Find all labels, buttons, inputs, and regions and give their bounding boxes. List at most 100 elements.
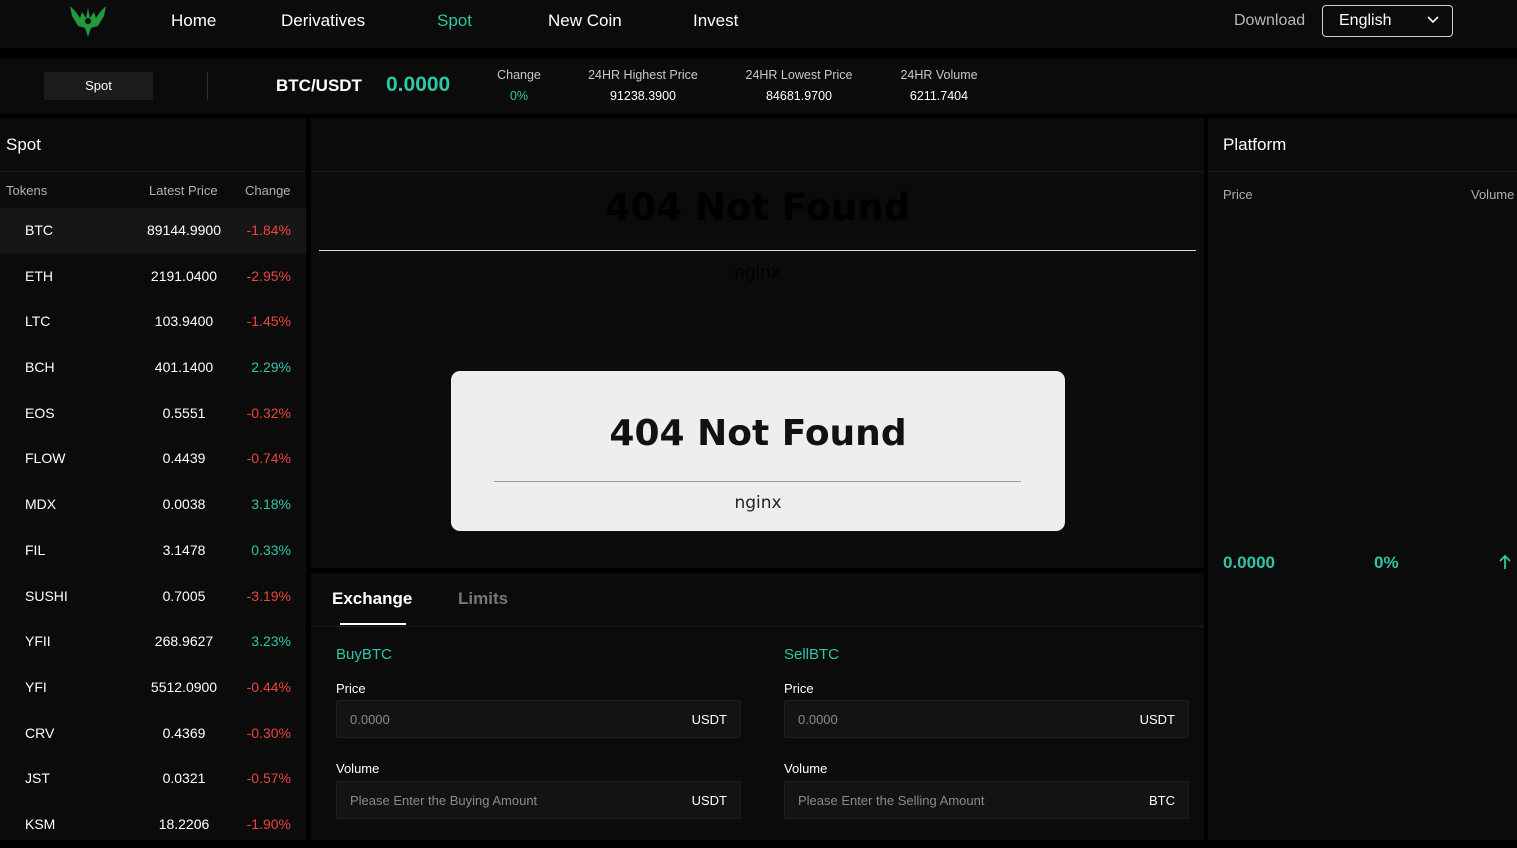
buy-volume-placeholder: Please Enter the Buying Amount [350, 793, 538, 808]
list-item[interactable]: ETH 2191.0400 -2.95% [0, 254, 306, 300]
list-item[interactable]: FLOW 0.4439 -0.74% [0, 436, 306, 482]
list-item[interactable]: KSM 18.2206 -1.90% [0, 802, 306, 848]
list-item[interactable]: MDX 0.0038 3.18% [0, 482, 306, 528]
list-item[interactable]: YFI 5512.0900 -0.44% [0, 665, 306, 711]
token-change: -3.19% [246, 587, 291, 604]
token-change: -2.95% [246, 267, 291, 284]
token-symbol: BTC [25, 222, 53, 238]
token-symbol: FIL [25, 541, 46, 558]
change-label: Change [497, 68, 541, 82]
buy-volume-input[interactable]: Please Enter the Buying Amount USDT [336, 781, 741, 819]
trading-pair[interactable]: BTC/USDT [276, 76, 362, 96]
change-stat: Change 0% [489, 68, 549, 103]
top-nav: Home Derivatives Spot New Coin Invest Do… [0, 0, 1517, 48]
sell-price-input[interactable]: 0.0000 USDT [784, 700, 1189, 738]
tab-limits[interactable]: Limits [458, 589, 508, 609]
sell-volume-placeholder: Please Enter the Selling Amount [798, 793, 985, 808]
token-symbol: CRV [25, 724, 55, 741]
nav-spot[interactable]: Spot [437, 11, 472, 31]
token-change: -1.45% [246, 313, 291, 330]
list-item[interactable]: BTC 89144.9900 -1.84% [0, 208, 306, 254]
buy-volume-label: Volume [336, 761, 380, 776]
sell-price-placeholder: 0.0000 [798, 712, 838, 727]
token-change: 3.18% [251, 496, 291, 513]
nav-home[interactable]: Home [171, 11, 216, 31]
platform-price: 0.0000 [1223, 553, 1275, 572]
spot-button[interactable]: Spot [44, 72, 153, 100]
token-price: 0.0321 [162, 770, 206, 787]
tab-indicator [340, 623, 406, 625]
list-item[interactable]: CRV 0.4369 -0.30% [0, 711, 306, 757]
token-price: 0.5551 [162, 404, 206, 421]
platform-volume-header: Volume [1471, 187, 1515, 202]
sell-price-unit: USDT [1139, 712, 1175, 727]
tab-exchange[interactable]: Exchange [332, 589, 412, 609]
list-item[interactable]: LTC 103.9400 -1.45% [0, 299, 306, 345]
low-label: 24HR Lowest Price [745, 68, 853, 82]
low-stat: 24HR Lowest Price 84681.9700 [736, 68, 862, 103]
col-change: Change [245, 183, 291, 198]
sell-volume-input[interactable]: Please Enter the Selling Amount BTC [784, 781, 1189, 819]
token-price: 0.7005 [162, 587, 206, 604]
divider [0, 171, 306, 172]
token-symbol: BCH [25, 359, 55, 376]
platform-change: 0% [1374, 553, 1399, 572]
token-price: 0.4439 [162, 450, 206, 467]
market-title: Spot [6, 135, 41, 154]
sell-price-label: Price [784, 681, 814, 696]
token-change: -0.30% [246, 724, 291, 741]
list-item[interactable]: FIL 3.1478 0.33% [0, 528, 306, 574]
low-value: 84681.9700 [765, 89, 833, 103]
error-subtitle-background: nginx [733, 263, 782, 283]
token-price: 3.1478 [162, 541, 206, 558]
token-change: -0.74% [246, 450, 291, 467]
divider [494, 481, 1021, 482]
token-symbol: FLOW [25, 450, 66, 467]
list-item[interactable]: BCH 401.1400 2.29% [0, 345, 306, 391]
language-select[interactable]: English [1322, 5, 1453, 37]
list-item[interactable]: YFII 268.9627 3.23% [0, 619, 306, 665]
buy-price-unit: USDT [691, 712, 727, 727]
token-price: 89144.9900 [147, 222, 221, 238]
divider [207, 72, 208, 100]
token-symbol: MDX [25, 496, 57, 513]
platform-price-header: Price [1223, 187, 1253, 202]
divider [311, 171, 1204, 172]
trade-panel: Exchange Limits BuyBTC Price 0.0000 USDT… [311, 573, 1204, 840]
platform-panel: Platform Price Volume 0.0000 0% [1208, 118, 1517, 840]
token-price: 2191.0400 [150, 267, 218, 284]
token-symbol: JST [25, 770, 50, 787]
token-change: -0.44% [246, 678, 291, 695]
token-price: 0.4369 [162, 724, 206, 741]
buy-price-placeholder: 0.0000 [350, 712, 390, 727]
token-price: 18.2206 [158, 815, 210, 832]
buy-price-input[interactable]: 0.0000 USDT [336, 700, 741, 738]
token-price: 268.9627 [154, 633, 214, 650]
nav-derivatives[interactable]: Derivatives [281, 11, 365, 31]
token-symbol: EOS [25, 404, 55, 421]
ticker-bar: Spot BTC/USDT 0.0000 Change 0% 24HR High… [0, 58, 1517, 114]
download-link[interactable]: Download [1234, 12, 1305, 30]
buy-volume-unit: USDT [691, 793, 727, 808]
divider [319, 250, 1196, 251]
token-price: 103.9400 [154, 313, 214, 330]
high-value: 91238.3900 [609, 89, 677, 103]
list-item[interactable]: EOS 0.5551 -0.32% [0, 391, 306, 437]
col-tokens: Tokens [6, 183, 48, 198]
token-price: 5512.0900 [150, 678, 218, 695]
nav-new-coin[interactable]: New Coin [548, 11, 622, 31]
token-symbol: ETH [25, 267, 53, 284]
list-item[interactable]: JST 0.0321 -0.57% [0, 756, 306, 802]
error-subtitle: nginx [734, 493, 782, 513]
chart-panel: 404 Not Found nginx 404 Not Found nginx [311, 118, 1204, 568]
nav-invest[interactable]: Invest [693, 11, 738, 31]
token-symbol: LTC [25, 313, 51, 330]
token-symbol: YFII [25, 633, 51, 650]
token-change: 0.33% [251, 541, 291, 558]
error-title: 404 Not Found [609, 413, 907, 454]
list-item[interactable]: SUSHI 0.7005 -3.19% [0, 574, 306, 620]
high-stat: 24HR Highest Price 91238.3900 [578, 68, 708, 103]
error-card: 404 Not Found nginx [451, 371, 1065, 531]
phoenix-logo-icon[interactable] [68, 4, 108, 38]
divider [311, 626, 1204, 627]
